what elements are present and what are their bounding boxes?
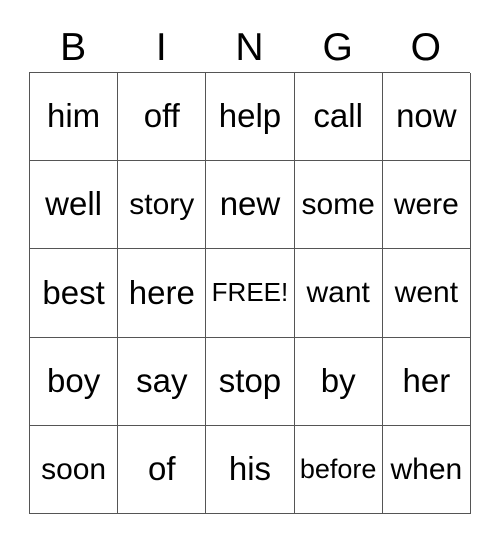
bingo-cell[interactable]: new (206, 161, 295, 250)
bingo-row: soon of his before when (30, 425, 471, 514)
bingo-cell[interactable]: help (206, 73, 295, 162)
bingo-cell-label: some (301, 188, 375, 222)
bingo-header-row: B I N G O (29, 22, 470, 72)
bingo-cell[interactable]: call (294, 73, 383, 162)
bingo-cell[interactable]: stop (206, 337, 295, 426)
bingo-cell[interactable]: by (294, 337, 383, 426)
bingo-cell-label: new (219, 185, 281, 223)
bingo-cell[interactable]: off (118, 73, 207, 162)
bingo-header-letter-b: B (60, 25, 87, 69)
bingo-row: him off help call now (30, 73, 471, 162)
bingo-cell[interactable]: were (382, 161, 471, 250)
bingo-cell-label: say (136, 361, 188, 399)
bingo-cell-label: well (45, 185, 103, 223)
bingo-cell[interactable]: his (206, 425, 295, 514)
bingo-header-letter-i: I (155, 25, 167, 69)
bingo-cell-label: soon (41, 452, 107, 486)
bingo-row: boy say stop by her (30, 337, 471, 426)
bingo-cell-label: here (128, 273, 195, 311)
bingo-cell-label: help (218, 97, 282, 135)
bingo-free-space-label: FREE! (211, 277, 289, 308)
bingo-cell-label: now (396, 97, 457, 135)
bingo-cell[interactable]: here (118, 249, 207, 338)
bingo-cell-label: him (47, 97, 101, 135)
bingo-cell[interactable]: boy (30, 337, 119, 426)
bingo-row: best here FREE! want went (30, 249, 471, 338)
bingo-cell[interactable]: him (30, 73, 119, 162)
bingo-cell-label: story (129, 188, 195, 222)
bingo-cell[interactable]: want (294, 249, 383, 338)
bingo-cell[interactable]: story (118, 161, 207, 250)
bingo-cell[interactable]: say (118, 337, 207, 426)
bingo-cell-label: went (394, 276, 459, 310)
bingo-cell-label: call (313, 97, 363, 135)
bingo-cell-label: stop (218, 361, 282, 399)
bingo-header-letter-o: O (410, 25, 442, 69)
bingo-cell[interactable]: before (294, 425, 383, 514)
bingo-header-letter-g: G (322, 25, 353, 69)
bingo-cell-label: boy (46, 361, 101, 399)
bingo-row: well story new some were (30, 161, 471, 250)
bingo-cell[interactable]: soon (30, 425, 119, 514)
bingo-cell-free-space[interactable]: FREE! (206, 249, 295, 338)
bingo-cell-label: by (320, 361, 356, 399)
bingo-header-letter-n: N (235, 25, 264, 69)
bingo-cell-label: best (42, 273, 105, 311)
bingo-cell[interactable]: went (382, 249, 471, 338)
bingo-cell-label: her (402, 361, 451, 399)
bingo-cell[interactable]: well (30, 161, 119, 250)
bingo-cell-label: off (143, 97, 180, 135)
bingo-cell-label: were (393, 188, 459, 222)
bingo-cell[interactable]: her (382, 337, 471, 426)
bingo-cell-label: his (228, 450, 272, 488)
bingo-grid: him off help call now well story new som… (29, 72, 471, 514)
bingo-cell[interactable]: some (294, 161, 383, 250)
bingo-cell[interactable]: when (382, 425, 471, 514)
bingo-cell[interactable]: of (118, 425, 207, 514)
bingo-cell-label: want (306, 276, 370, 310)
bingo-cell-label: of (148, 450, 176, 488)
bingo-cell-label: before (299, 454, 377, 485)
bingo-cell-label: when (390, 452, 463, 486)
bingo-cell[interactable]: now (382, 73, 471, 162)
bingo-card: B I N G O him off help call now well sto… (29, 22, 471, 514)
bingo-cell[interactable]: best (30, 249, 119, 338)
